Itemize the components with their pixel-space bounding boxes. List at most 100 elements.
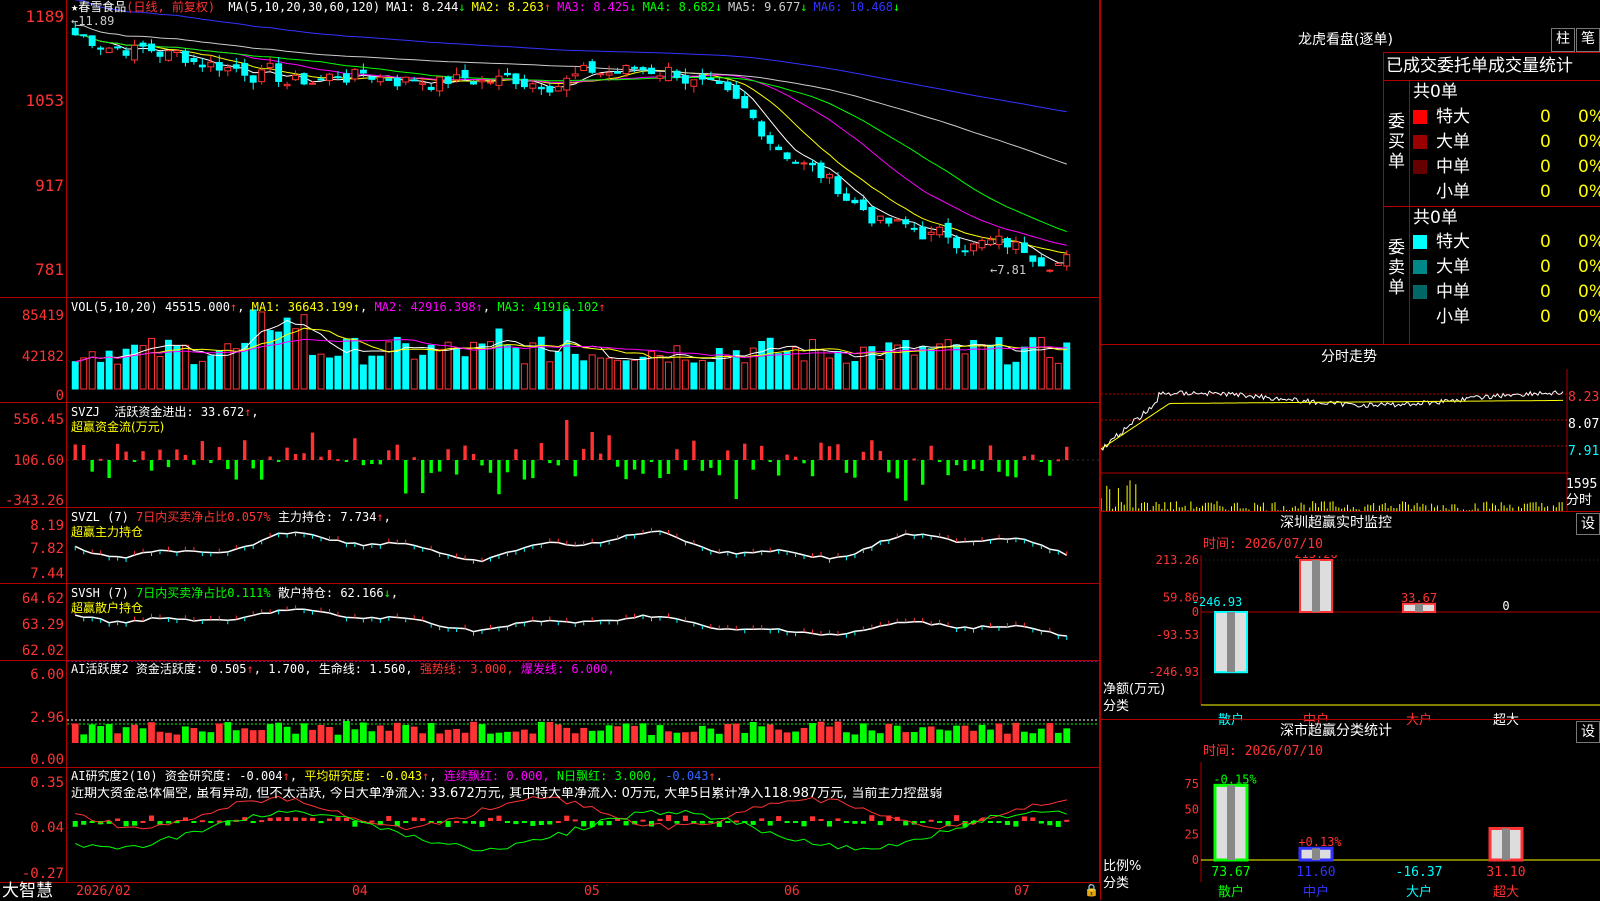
ai2-bar (987, 821, 994, 823)
tick-mode-button[interactable]: 笔 (1576, 28, 1600, 52)
vol-bar (876, 359, 884, 390)
candle-body (1029, 255, 1037, 262)
buy-row-0-count: 0 (1540, 107, 1551, 127)
ai1-panel[interactable] (67, 661, 1099, 767)
ai1-bar (715, 733, 723, 743)
ai1-bar (88, 724, 96, 743)
vol-bar (1046, 357, 1054, 390)
ai2-bar (801, 821, 807, 827)
candle-body (309, 82, 316, 85)
candle-body (283, 83, 291, 87)
sz-title: 深圳超赢实时监控 (1280, 515, 1392, 531)
ai2-bar (521, 821, 527, 823)
ai2-bar (72, 821, 78, 827)
ai1-bar (376, 725, 384, 743)
svzj-bar (183, 454, 188, 460)
ai2-bar (759, 818, 765, 821)
stock-name: 春雪食品 (78, 0, 127, 14)
bar-mode-button[interactable]: 柱 (1551, 28, 1575, 52)
ai1-bar (224, 722, 232, 743)
ai2-bar (123, 821, 129, 827)
vol-bar (402, 343, 410, 390)
svzj-bar (980, 460, 984, 471)
ma-readout-1: MA1: 8.244 (386, 0, 459, 14)
cls-bar-shade (1502, 828, 1510, 860)
ma-line-6 (75, 0, 1067, 113)
vol-bar (351, 337, 359, 390)
candle-body (266, 62, 274, 69)
cls-axis-label: 0 (1192, 853, 1199, 867)
svzj-bar (353, 438, 357, 460)
intraday-vol-max: 1595 (1566, 477, 1598, 492)
ai1-bar (139, 728, 147, 743)
buy-sell-divider (1383, 206, 1600, 207)
ai1-bar (902, 732, 910, 743)
ai1-bar (495, 732, 503, 743)
vol-bar (198, 360, 206, 390)
ai2-bar (326, 818, 333, 821)
sell-row-0-pct: 0% (1578, 232, 1600, 252)
ai2-bar (835, 818, 841, 821)
ai2-bar (869, 815, 875, 821)
ai1-bar (402, 724, 410, 743)
candle-body (190, 58, 198, 63)
cls-settings-button[interactable]: 设 (1576, 721, 1600, 743)
ai1-bar (868, 730, 876, 743)
vol-bar (842, 362, 850, 390)
vol-bar (639, 356, 647, 390)
candle-body (470, 81, 478, 85)
ai2-bar (293, 817, 299, 821)
svzj-bar (251, 460, 255, 469)
ai1-bar (1029, 733, 1037, 743)
ai2-bar (1030, 817, 1036, 821)
lock-icon[interactable]: 🔒 (1084, 883, 1099, 897)
ai1-bar (156, 731, 164, 743)
candle-body (563, 77, 571, 91)
ai2-bar (843, 821, 849, 823)
svzj-bar (132, 460, 137, 462)
vol-bar (563, 308, 571, 390)
sell-row-1-pct: 0% (1578, 257, 1600, 277)
buy-row-3-label: 小单 (1436, 182, 1470, 202)
svzj-bar (192, 460, 196, 465)
ai1-bar (1037, 728, 1045, 743)
svzj-bar (776, 460, 781, 476)
ai1-bar (1046, 723, 1054, 743)
svzj-bar (624, 460, 628, 480)
ai2-panel[interactable] (67, 768, 1099, 883)
ma-readout-3: MA3: 8.425 (557, 0, 630, 14)
cls-time: 时间: 2026/07/10 (1203, 744, 1323, 759)
ai1-bar (461, 732, 469, 743)
ai1-bar (309, 729, 316, 743)
ai2-bar (555, 820, 561, 823)
sz-bar-label: 0 (1502, 599, 1509, 613)
ai2-bar (165, 821, 171, 824)
ai1-bar (783, 732, 791, 743)
vol-bar (419, 354, 427, 390)
ai2-bar (504, 821, 510, 823)
svsh-header: SVSH (7) 7日内买卖净占比0.111% 散户持仓: 62.166↓, (71, 586, 399, 600)
ai1-bar (80, 734, 88, 743)
vol-bar (724, 355, 732, 390)
ai1-bar (1004, 733, 1011, 743)
svzj-bar (1056, 459, 1060, 462)
svzj-bar (344, 460, 349, 462)
candle-body (224, 67, 232, 72)
svzj-bar (649, 460, 654, 462)
svzj-bar (810, 460, 815, 477)
candle-body (520, 78, 528, 88)
candle-body (893, 219, 901, 222)
sz-settings-button[interactable]: 设 (1576, 513, 1600, 535)
kline-panel[interactable] (67, 0, 1099, 297)
ai1-bar (97, 726, 105, 743)
ai2-bar (132, 821, 138, 826)
svzj-bar (793, 456, 798, 460)
ai1-bar (1012, 722, 1020, 743)
ai2-bar (657, 818, 663, 821)
ai1-bar (71, 723, 79, 743)
candle-body (944, 222, 952, 238)
ai1-bar (775, 729, 783, 743)
intraday-chart[interactable] (1101, 369, 1569, 511)
ai1-header: AI活跃度2 资金活跃度: 0.505↑, 1.700, 生命线: 1.560,… (71, 662, 615, 676)
ai1-bar (114, 733, 121, 743)
